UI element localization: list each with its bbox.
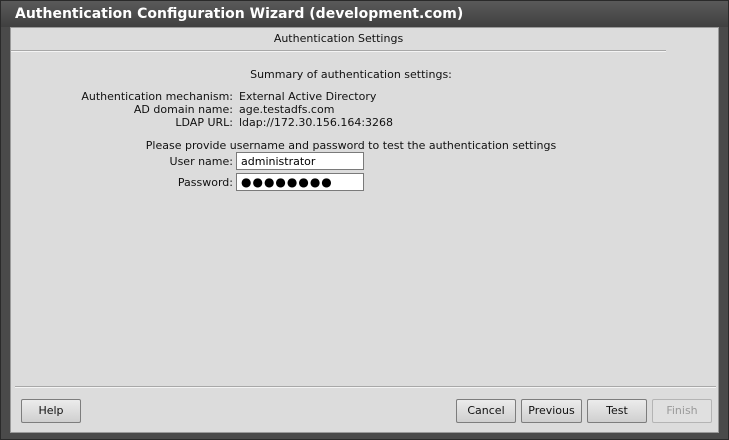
test-credentials-prompt: Please provide username and password to … xyxy=(145,139,557,152)
summary-label-mechanism: Authentication mechanism: xyxy=(81,90,233,103)
cancel-button[interactable]: Cancel xyxy=(456,399,516,423)
finish-button[interactable]: Finish xyxy=(652,399,712,423)
wizard-content: Authentication Settings Summary of authe… xyxy=(10,27,719,433)
summary-value-ldap-url: ldap://172.30.156.164:3268 xyxy=(239,116,394,129)
test-button[interactable]: Test xyxy=(587,399,647,423)
summary-label-ldap-url: LDAP URL: xyxy=(175,116,233,129)
footer-divider xyxy=(15,386,716,388)
username-field[interactable]: administrator xyxy=(236,152,364,170)
section-title: Authentication Settings xyxy=(273,32,404,45)
help-button[interactable]: Help xyxy=(21,399,81,423)
window-title: Authentication Configuration Wizard (dev… xyxy=(15,6,464,22)
password-label: Password: xyxy=(177,176,233,189)
username-label: User name: xyxy=(169,155,233,168)
summary-value-mechanism: External Active Directory xyxy=(239,90,377,103)
header-divider xyxy=(11,50,666,52)
summary-title: Summary of authentication settings: xyxy=(250,68,452,81)
wizard-window: Authentication Configuration Wizard (dev… xyxy=(0,0,729,440)
password-field[interactable]: ●●●●●●●● xyxy=(236,173,364,191)
summary-value-domain: age.testadfs.com xyxy=(239,103,335,116)
title-bar[interactable]: Authentication Configuration Wizard (dev… xyxy=(1,1,728,27)
previous-button[interactable]: Previous xyxy=(521,399,582,423)
summary-label-domain: AD domain name: xyxy=(133,103,233,116)
